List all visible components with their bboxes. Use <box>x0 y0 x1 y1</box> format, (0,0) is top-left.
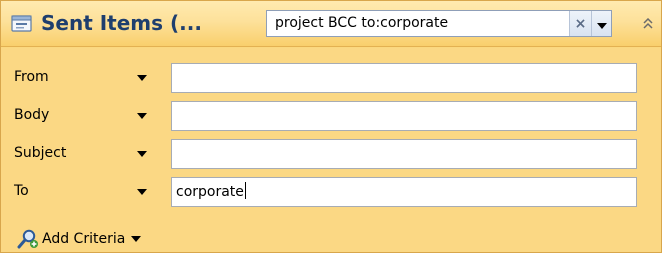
criteria-row-to: To corporate <box>1 177 661 207</box>
from-field[interactable] <box>171 63 637 93</box>
criteria-label: Subject <box>14 145 67 161</box>
clear-search-button[interactable]: × <box>569 11 591 36</box>
search-input[interactable]: project BCC to:corporate <box>267 11 569 36</box>
criteria-label: To <box>14 183 29 199</box>
search-header: Sent Items (... project BCC to:corporate… <box>1 1 661 47</box>
to-field-value: corporate <box>176 184 244 200</box>
to-field[interactable]: corporate <box>171 177 637 207</box>
instant-search-box: project BCC to:corporate × <box>266 10 612 37</box>
criteria-field-dropdown[interactable] <box>137 189 147 195</box>
criteria-row-subject: Subject <box>1 139 661 169</box>
criteria-label: From <box>14 69 49 85</box>
criteria-field-dropdown[interactable] <box>137 151 147 157</box>
search-options-button[interactable] <box>591 11 611 36</box>
chevron-down-icon <box>596 14 607 33</box>
add-criteria-button[interactable]: Add Criteria <box>17 229 142 249</box>
sent-items-folder-icon <box>11 13 33 33</box>
collapse-query-builder-button[interactable] <box>640 16 656 32</box>
query-builder: From Body Subject To corporate Add Crite… <box>1 48 661 252</box>
double-chevron-up-icon <box>643 15 653 34</box>
chevron-down-icon <box>131 236 142 242</box>
add-criteria-label: Add Criteria <box>42 231 126 247</box>
subject-field[interactable] <box>171 139 637 169</box>
add-criteria-icon <box>17 229 39 249</box>
folder-title: Sent Items (... <box>41 11 202 35</box>
criteria-field-dropdown[interactable] <box>137 113 147 119</box>
criteria-field-dropdown[interactable] <box>137 75 147 81</box>
instant-search-panel: Sent Items (... project BCC to:corporate… <box>0 0 662 253</box>
close-icon: × <box>574 15 587 32</box>
criteria-row-body: Body <box>1 101 661 131</box>
body-field[interactable] <box>171 101 637 131</box>
criteria-label: Body <box>14 107 50 123</box>
criteria-row-from: From <box>1 63 661 93</box>
text-cursor <box>244 182 246 199</box>
